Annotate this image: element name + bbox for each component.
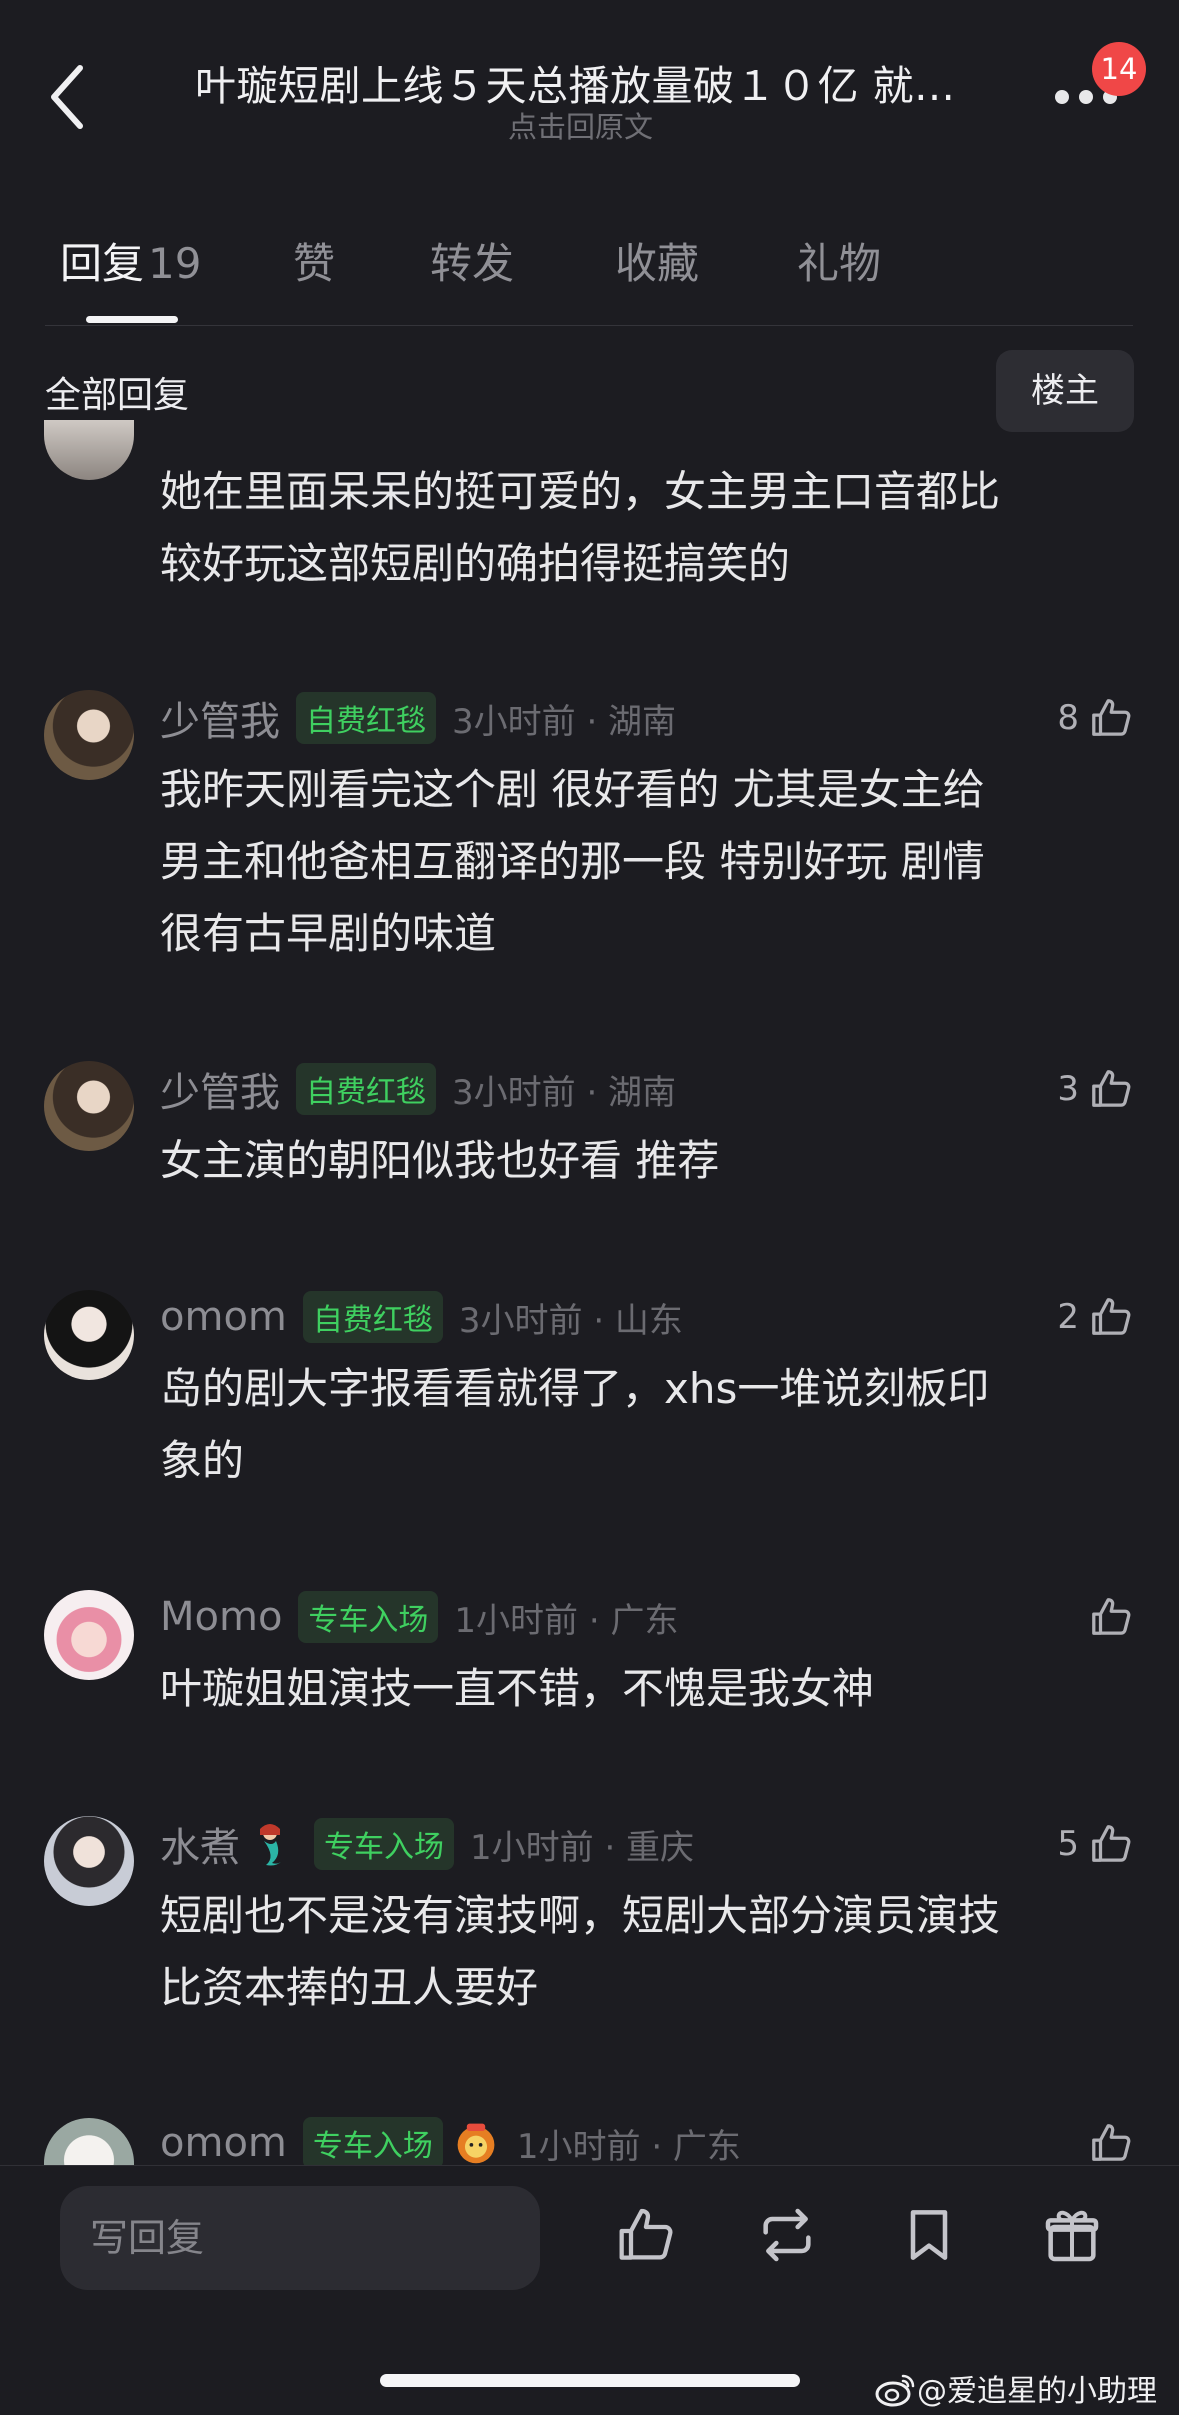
comment-line: 较好玩这部短剧的确拍得挺搞笑的 — [160, 539, 791, 588]
thumbs-up-icon — [1092, 1598, 1131, 1635]
comment-line: 她在里面呆呆的挺可爱的，女主男主口音都比 — [160, 467, 1001, 516]
like-button[interactable] — [1079, 1591, 1135, 1643]
comment-text: 我昨天刚看完这个剧 很好看的 尤其是女主给 男主和他爸相互翻译的那一段 特别好玩… — [160, 754, 1120, 970]
comment-line: 象的 — [160, 1436, 245, 1485]
tab-label: 回复 — [60, 239, 145, 288]
user-badge: 专车入场 — [314, 1818, 454, 1870]
comment-line: 很有古早剧的味道 — [160, 909, 497, 958]
time-location: 1小时前 · 广东 — [516, 2126, 741, 2167]
active-tab-indicator — [86, 316, 178, 323]
watermark: @爱追星的小助理 — [875, 2366, 1157, 2410]
weibo-logo-icon — [875, 2374, 915, 2407]
username[interactable]: 少管我 — [160, 1060, 280, 1118]
comment-text: 女主演的朝阳似我也好看 推荐 — [160, 1125, 1120, 1197]
like-button[interactable]: 2 — [1057, 1291, 1135, 1343]
avatar[interactable] — [44, 1061, 134, 1151]
time-location: 3小时前 · 湖南 — [452, 701, 677, 742]
user-badge: 专车入场 — [298, 1591, 439, 1643]
tab-replies[interactable]: 回复19 — [60, 230, 201, 291]
comment-line: 男主和他爸相互翻译的那一段 特别好玩 剧情 — [160, 837, 985, 886]
like-button[interactable]: 3 — [1057, 1063, 1135, 1115]
user-badge: 自费红毯 — [296, 692, 436, 744]
view-original-link[interactable]: 点击回原文 — [508, 104, 653, 146]
gift-icon[interactable] — [1040, 2203, 1104, 2267]
like-button[interactable] — [1079, 2117, 1135, 2169]
username[interactable]: omom — [160, 2120, 287, 2166]
username[interactable]: Momo — [160, 1594, 282, 1640]
like-count: 3 — [1057, 1069, 1079, 1109]
time-location: 1小时前 · 广东 — [454, 1600, 679, 1641]
comment-meta: 少管我 自费红毯 3小时前 · 湖南 — [160, 689, 677, 747]
avatar[interactable] — [44, 1816, 134, 1906]
user-badge: 自费红毯 — [296, 1063, 436, 1115]
avatar[interactable] — [44, 420, 134, 480]
back-arrow-icon[interactable] — [44, 62, 94, 132]
avatar[interactable] — [44, 690, 134, 780]
comment-meta: 水煮 专车入场 1小时前 · 重庆 — [160, 1815, 695, 1873]
divider — [45, 325, 1133, 326]
comment-line: 比资本捧的丑人要好 — [160, 1963, 539, 2012]
thumbs-up-icon[interactable] — [615, 2203, 679, 2267]
tab-gifts[interactable]: 礼物 — [797, 230, 881, 291]
tab-likes[interactable]: 赞 — [293, 230, 335, 291]
repost-icon[interactable] — [755, 2203, 819, 2267]
like-button[interactable]: 8 — [1057, 692, 1135, 744]
comment-meta: Momo 专车入场 1小时前 · 广东 — [160, 1591, 678, 1643]
thumbs-up-icon — [1092, 1298, 1131, 1335]
comment-line: 岛的剧大字报看看就得了，xhs一堆说刻板印 — [160, 1364, 990, 1413]
avatar[interactable] — [44, 1590, 134, 1680]
thumbs-up-icon — [1092, 1070, 1131, 1107]
comment-meta: omom 自费红毯 3小时前 · 山东 — [160, 1291, 683, 1343]
time-location: 1小时前 · 重庆 — [470, 1827, 695, 1868]
avatar[interactable] — [44, 2118, 134, 2165]
bookmark-icon[interactable] — [897, 2203, 961, 2267]
username[interactable]: 少管我 — [160, 689, 280, 747]
username[interactable]: 水煮 — [160, 1815, 240, 1873]
home-indicator — [380, 2374, 800, 2387]
user-badge: 自费红毯 — [302, 1291, 443, 1343]
comment-text: 岛的剧大字报看看就得了，xhs一堆说刻板印 象的 — [160, 1353, 1120, 1497]
tab-count: 19 — [148, 239, 202, 288]
page-title[interactable]: 叶璇短剧上线５天总播放量破１０亿 就… — [195, 52, 985, 112]
username[interactable]: omom — [160, 1294, 287, 1340]
comment-text: 叶璇姐姐演技一直不错，不愧是我女神 — [160, 1653, 1120, 1725]
comment-line: 我昨天刚看完这个剧 很好看的 尤其是女主给 — [160, 765, 985, 814]
op-filter-button[interactable]: 楼主 — [996, 350, 1134, 432]
like-count: 2 — [1057, 1297, 1079, 1337]
comment-line: 叶璇姐姐演技一直不错，不愧是我女神 — [160, 1664, 875, 1713]
all-replies-label: 全部回复 — [45, 375, 190, 416]
notification-badge: 14 — [1092, 42, 1146, 96]
user-badge: 专车入场 — [302, 2117, 443, 2169]
comment-line: 短剧也不是没有演技啊，短剧大部分演员演技 — [160, 1891, 1001, 1940]
time-location: 3小时前 · 湖南 — [452, 1072, 677, 1113]
lion-emoji-icon — [457, 2123, 495, 2164]
watermark-text: @爱追星的小助理 — [917, 2374, 1157, 2409]
comment-meta: 少管我 自费红毯 3小时前 · 湖南 — [160, 1060, 677, 1118]
reply-input[interactable]: 写回复 — [60, 2186, 540, 2290]
time-location: 3小时前 · 山东 — [458, 1300, 683, 1341]
thumbs-up-icon — [1092, 1825, 1131, 1862]
like-button[interactable]: 5 — [1057, 1818, 1135, 1870]
comment-text: 她在里面呆呆的挺可爱的，女主男主口音都比 较好玩这部短剧的确拍得挺搞笑的 — [160, 456, 1120, 600]
avatar[interactable] — [44, 1290, 134, 1380]
comment-text: 短剧也不是没有演技啊，短剧大部分演员演技 比资本捧的丑人要好 — [160, 1880, 1120, 2024]
like-count: 5 — [1057, 1824, 1079, 1864]
thumbs-up-icon — [1092, 699, 1131, 736]
comment-meta: omom 专车入场 1小时前 · 广东 — [160, 2117, 741, 2169]
thumbs-up-icon — [1092, 2124, 1131, 2161]
tab-favorites[interactable]: 收藏 — [615, 230, 699, 291]
like-count: 8 — [1057, 698, 1079, 738]
tab-reposts[interactable]: 转发 — [430, 230, 514, 291]
comment-line: 女主演的朝阳似我也好看 推荐 — [160, 1136, 720, 1185]
mermaid-emoji-icon — [260, 1824, 282, 1866]
